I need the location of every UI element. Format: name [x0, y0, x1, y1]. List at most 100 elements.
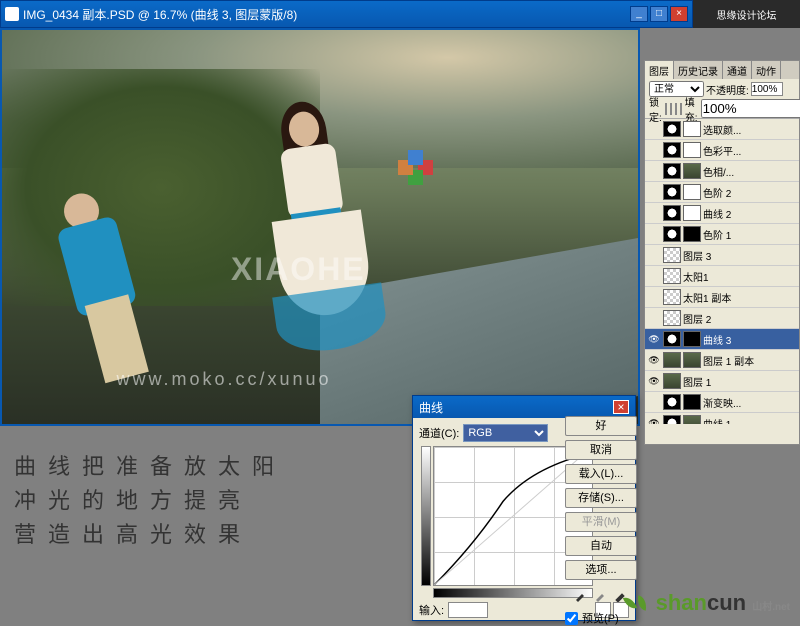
leaf-icon [623, 595, 637, 612]
lock-paint-icon[interactable] [670, 103, 672, 115]
visibility-eye-icon[interactable]: 👁 [647, 374, 661, 388]
instruction-line-2: 冲光的地方提亮 [14, 484, 286, 518]
visibility-eye-icon[interactable] [647, 290, 661, 304]
layer-name-label: 色阶 1 [703, 227, 731, 242]
gray-eyedropper-icon[interactable] [594, 588, 608, 602]
instruction-line-1: 曲线把准备放太阳 [14, 450, 286, 484]
visibility-eye-icon[interactable] [647, 164, 661, 178]
dialog-titlebar[interactable]: 曲线 × [413, 396, 635, 418]
mask-thumb [683, 394, 701, 410]
preview-checkbox[interactable] [565, 612, 578, 625]
layer-name-label: 太阳1 副本 [683, 290, 731, 305]
tab-history[interactable]: 历史记录 [674, 61, 723, 79]
layer-row[interactable]: 色彩平... [645, 140, 799, 161]
document-canvas[interactable]: XIAOHE www.moko.cc/xunuo [0, 28, 640, 426]
visibility-eye-icon[interactable] [647, 206, 661, 220]
photoshop-icon [5, 7, 19, 21]
tab-layers[interactable]: 图层 [645, 61, 674, 79]
cancel-button[interactable]: 取消 [565, 440, 637, 460]
layer-thumb [663, 352, 681, 368]
layer-row[interactable]: 👁图层 1 副本 [645, 350, 799, 371]
close-button[interactable]: × [670, 6, 688, 22]
tab-channels[interactable]: 通道 [723, 61, 752, 79]
watermark-1: XIAOHE [231, 251, 366, 288]
mask-thumb [683, 205, 701, 221]
visibility-eye-icon[interactable] [647, 269, 661, 283]
opacity-label: 不透明度: [706, 82, 749, 97]
layer-row[interactable]: 曲线 2 [645, 203, 799, 224]
visibility-eye-icon[interactable] [647, 122, 661, 136]
visibility-eye-icon[interactable] [647, 248, 661, 262]
layer-thumb [663, 121, 681, 137]
panel-tabs: 图层 历史记录 通道 动作 [645, 61, 799, 79]
layer-name-label: 曲线 1 [703, 416, 731, 425]
lock-label: 锁定: [649, 94, 662, 124]
visibility-eye-icon[interactable] [647, 227, 661, 241]
layer-name-label: 太阳1 [683, 269, 709, 284]
layer-row[interactable]: 图层 3 [645, 245, 799, 266]
minimize-button[interactable]: _ [630, 6, 648, 22]
layer-row[interactable]: 太阳1 副本 [645, 287, 799, 308]
mask-thumb [683, 415, 701, 424]
layer-row[interactable]: 图层 2 [645, 308, 799, 329]
channel-select[interactable]: RGB [463, 424, 548, 442]
logo-sub: 山村.net [752, 602, 790, 613]
document-titlebar: IMG_0434 副本.PSD @ 16.7% (曲线 3, 图层蒙版/8) _… [0, 0, 693, 28]
layer-row[interactable]: 👁 曲线 1 [645, 413, 799, 424]
load-button[interactable]: 载入(L)... [565, 464, 637, 484]
visibility-eye-icon[interactable]: 👁 [647, 416, 661, 424]
input-label: 输入: [419, 602, 444, 618]
ok-button[interactable]: 好 [565, 416, 637, 436]
maximize-button[interactable]: □ [650, 6, 668, 22]
pinwheel-icon [396, 148, 436, 188]
visibility-eye-icon[interactable] [647, 143, 661, 157]
opacity-field[interactable] [751, 82, 783, 96]
layer-name-label: 曲线 3 [703, 332, 731, 347]
black-eyedropper-icon[interactable] [574, 588, 588, 602]
save-button[interactable]: 存储(S)... [565, 488, 637, 508]
layer-row[interactable]: 太阳1 [645, 266, 799, 287]
channel-label: 通道(C): [419, 425, 459, 441]
visibility-eye-icon[interactable] [647, 185, 661, 199]
layer-row[interactable]: 色相/... [645, 161, 799, 182]
layer-thumb [663, 247, 681, 263]
instruction-text: 曲线把准备放太阳 冲光的地方提亮 营造出高光效果 [14, 450, 286, 552]
visibility-eye-icon[interactable]: 👁 [647, 353, 661, 367]
layer-row[interactable]: 选取颜... [645, 119, 799, 140]
layer-name-label: 图层 2 [683, 311, 711, 326]
output-gradient [421, 446, 431, 586]
dialog-close-button[interactable]: × [613, 400, 629, 414]
lock-all-icon[interactable] [680, 103, 682, 115]
layer-row[interactable]: 色阶 2 [645, 182, 799, 203]
layer-row[interactable]: 👁图层 1 [645, 371, 799, 392]
visibility-eye-icon[interactable]: 👁 [647, 332, 661, 346]
layer-thumb [663, 163, 681, 179]
watermark-2: www.moko.cc/xunuo [116, 369, 331, 390]
tab-actions[interactable]: 动作 [752, 61, 781, 79]
lock-trans-icon[interactable] [665, 103, 667, 115]
visibility-eye-icon[interactable] [647, 311, 661, 325]
mask-thumb [683, 142, 701, 158]
layers-list[interactable]: 选取颜... 色彩平... 色相/... 色阶 2 曲线 2 色阶 1 图层 3 太阳1 太阳1… [645, 119, 799, 424]
layer-name-label: 色彩平... [703, 143, 741, 158]
mask-thumb [683, 184, 701, 200]
options-button[interactable]: 选项... [565, 560, 637, 580]
mask-thumb [683, 331, 701, 347]
layer-name-label: 选取颜... [703, 122, 741, 137]
layer-row[interactable]: 渐变映... [645, 392, 799, 413]
mask-thumb [683, 121, 701, 137]
auto-button[interactable]: 自动 [565, 536, 637, 556]
layer-name-label: 曲线 2 [703, 206, 731, 221]
document-title: IMG_0434 副本.PSD @ 16.7% (曲线 3, 图层蒙版/8) [23, 6, 630, 23]
layer-row[interactable]: 👁 曲线 3 [645, 329, 799, 350]
layer-name-label: 色阶 2 [703, 185, 731, 200]
layer-name-label: 渐变映... [703, 395, 741, 410]
banner-text: 思缘设计论坛 [717, 7, 777, 22]
lock-move-icon[interactable] [675, 103, 677, 115]
layer-row[interactable]: 色阶 1 [645, 224, 799, 245]
visibility-eye-icon[interactable] [647, 395, 661, 409]
logo-text-1: shan [656, 590, 707, 615]
fill-field[interactable] [701, 99, 800, 118]
photo-content: XIAOHE www.moko.cc/xunuo [2, 30, 638, 424]
input-value-field[interactable] [448, 602, 488, 618]
